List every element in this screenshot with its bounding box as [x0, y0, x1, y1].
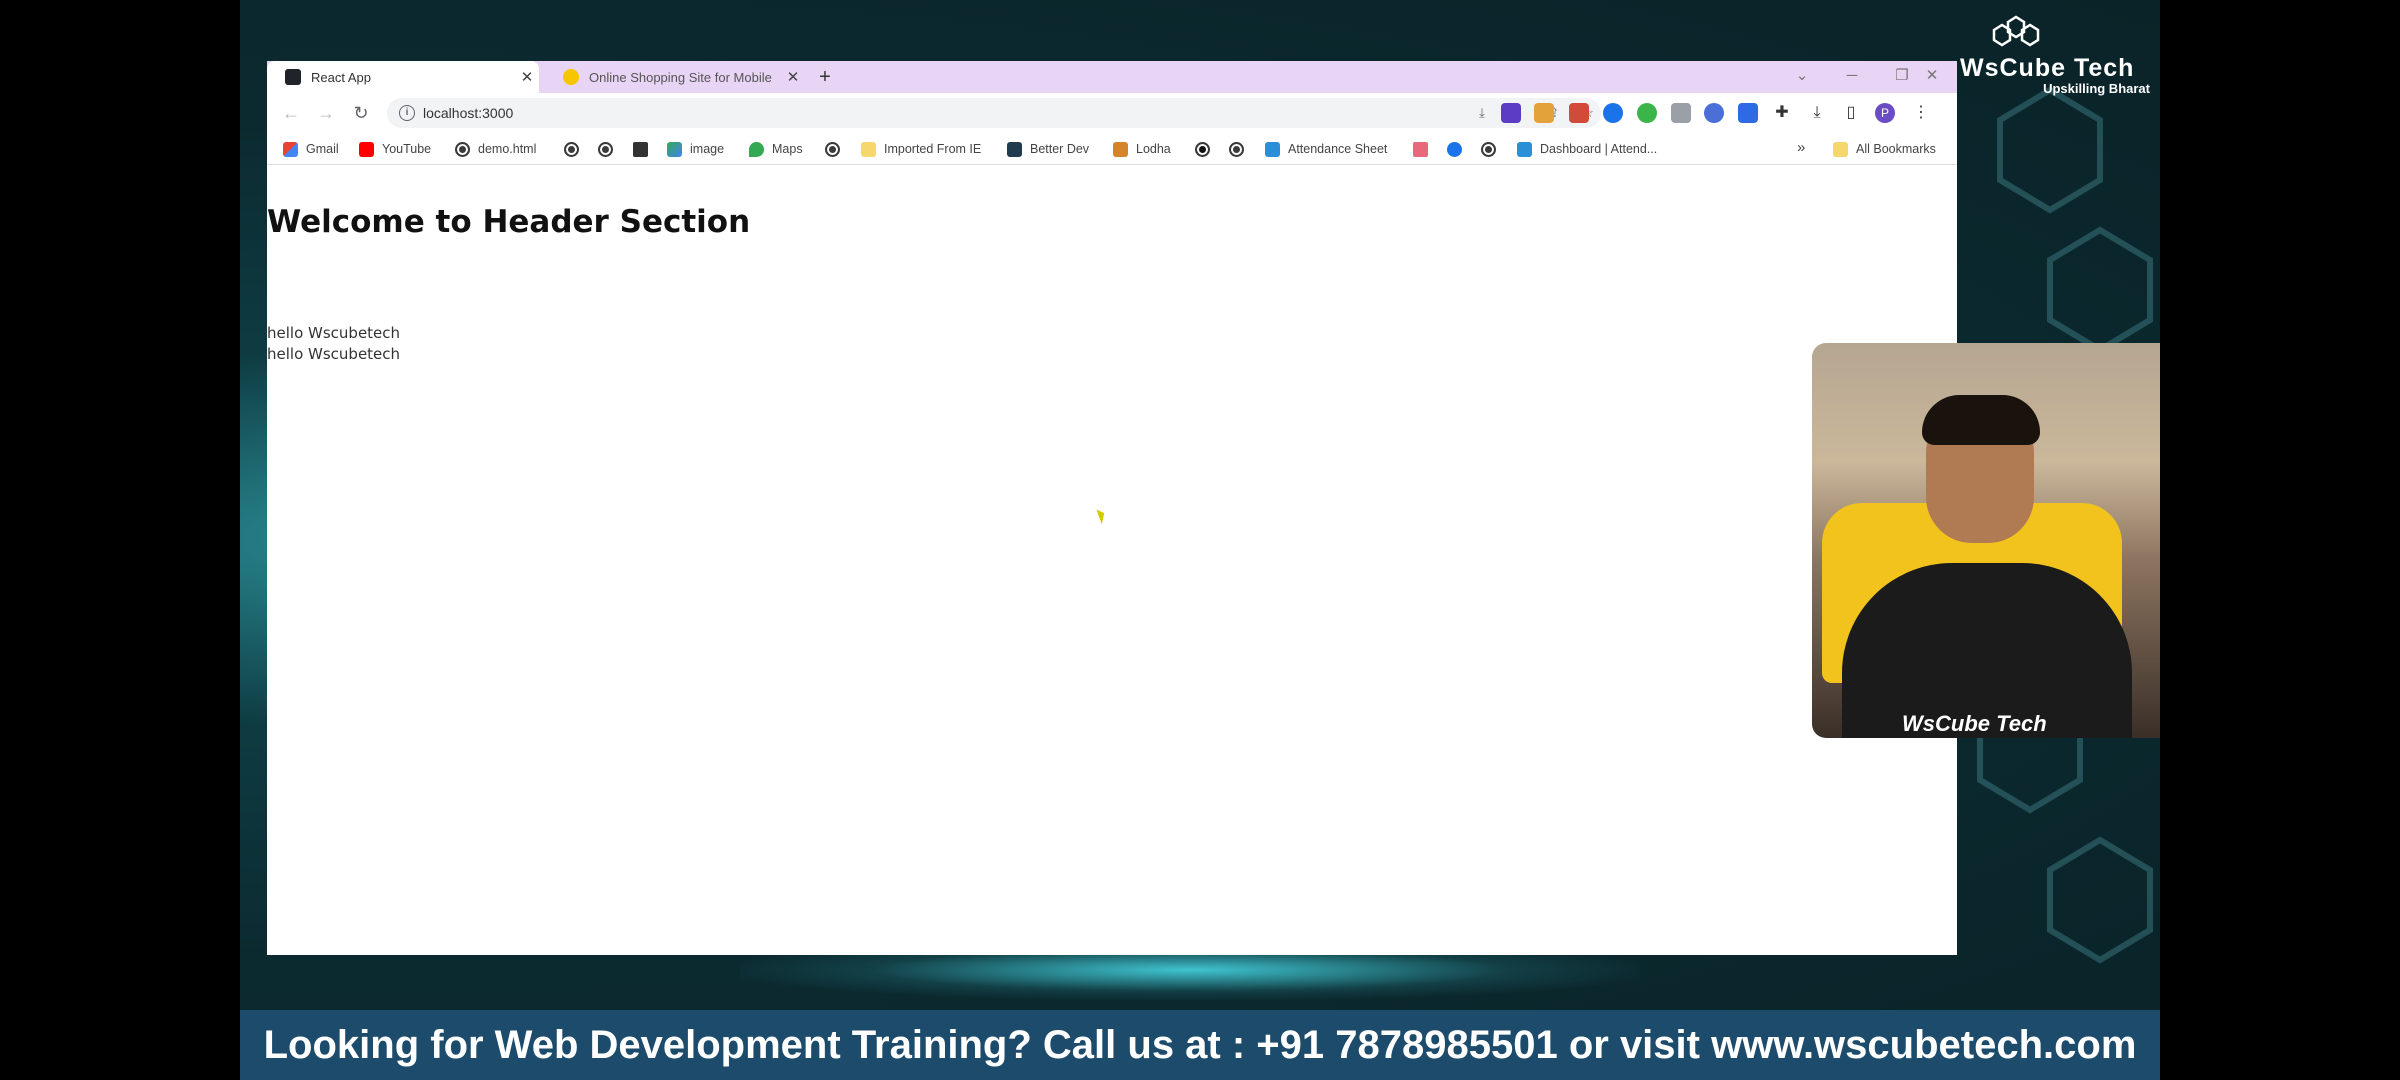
url-text[interactable]: localhost:3000 [423, 105, 513, 121]
aw-icon[interactable] [1195, 142, 1210, 157]
bookmark-label: Imported From IE [884, 142, 982, 156]
vr-icon [1517, 141, 1532, 157]
side-panel-icon[interactable]: ▯ [1841, 103, 1861, 123]
browser-window: React App ✕ Online Shopping Site for Mob… [267, 61, 1957, 955]
presenter-hair [1922, 395, 2040, 445]
bookmark-label: Maps [772, 142, 803, 156]
go-icon[interactable] [633, 142, 648, 157]
bookmark-label: YouTube [382, 142, 432, 156]
bookmark-label: All Bookmarks [1856, 142, 1936, 156]
tab-search-icon[interactable]: ⌄ [1777, 61, 1827, 93]
bookmark-image[interactable]: image [667, 140, 724, 158]
page-content: Welcome to Header Section hello Wscubete… [267, 166, 1957, 955]
browser-extension-icon[interactable] [1603, 103, 1623, 123]
mouse-cursor-icon [1096, 507, 1108, 525]
folder-icon [861, 141, 876, 157]
minimize-button[interactable]: ─ [1827, 61, 1877, 93]
globe-icon [455, 141, 470, 157]
tab-online-shopping[interactable]: Online Shopping Site for Mobile ✕ [545, 61, 805, 93]
bookmark-imported-from-ie[interactable]: Imported From IE [861, 140, 981, 158]
bookmark-better-dev[interactable]: Better Dev [1007, 140, 1089, 158]
betterdev-icon [1007, 141, 1022, 157]
youtube-icon [359, 141, 374, 157]
screen: WsCube Tech Upskilling Bharat React App … [0, 0, 2400, 1080]
extension-icon[interactable] [1501, 103, 1521, 123]
wscube-logo: WsCube Tech Upskilling Bharat [1960, 14, 2160, 96]
bookmark-gmail[interactable]: Gmail [283, 140, 339, 158]
shirt-logo: WsCube Tech [1902, 711, 2047, 736]
bookmark-attendance-sheet[interactable]: Attendance Sheet [1265, 140, 1387, 158]
image-icon [667, 141, 682, 157]
green-extension-icon[interactable] [1637, 103, 1657, 123]
logo-hex-icon [1992, 15, 2040, 47]
flipkart-icon [563, 69, 579, 85]
menu-icon[interactable]: ⋮ [1911, 103, 1931, 123]
tab-strip: React App ✕ Online Shopping Site for Mob… [267, 61, 1957, 93]
globe-icon[interactable] [564, 142, 579, 157]
c-extension-icon[interactable] [1671, 103, 1691, 123]
presenter-webcam: WsCube Tech [1812, 343, 2160, 738]
search-bookmark-icon[interactable] [1447, 142, 1462, 157]
tab-title: React App [311, 69, 371, 85]
tab-title: Online Shopping Site for Mobile [589, 69, 772, 85]
address-bar[interactable]: i localhost:3000 ⤓ ⌕ ⇪ ☆ [387, 98, 1601, 128]
puzzle-icon[interactable]: ✚ [1772, 103, 1792, 123]
maps-icon [749, 141, 764, 157]
reload-icon[interactable]: ↻ [347, 99, 375, 127]
bookmark-label: Attendance Sheet [1288, 142, 1388, 156]
profile-avatar[interactable]: P [1875, 103, 1895, 123]
bookmark-dashboard[interactable]: Dashboard | Attend... [1517, 140, 1657, 158]
bookmark-label: Lodha [1136, 142, 1171, 156]
globe-icon[interactable] [1481, 142, 1496, 157]
download-icon[interactable]: ⤓ [1807, 103, 1827, 123]
new-tab-button[interactable]: + [813, 65, 837, 89]
bookmark-demo-html[interactable]: demo.html [455, 140, 536, 158]
hello-text: hello Wscubetech [267, 345, 401, 363]
color-picker-icon[interactable] [1534, 103, 1554, 123]
bookmark-label: Gmail [306, 142, 339, 156]
close-window-button[interactable]: ✕ [1907, 61, 1957, 93]
bookmark-label: image [690, 142, 725, 156]
install-app-icon[interactable]: ⤓ [1472, 103, 1492, 123]
brand-tagline: Upskilling Bharat [2043, 81, 2150, 96]
promo-banner: Looking for Web Development Training? Ca… [240, 1010, 2160, 1080]
gmail-icon [283, 141, 298, 157]
pdf-extension-icon[interactable] [1569, 103, 1589, 123]
site-info-icon[interactable]: i [399, 105, 415, 121]
tab-react-app[interactable]: React App ✕ [267, 61, 539, 93]
globe-icon[interactable] [825, 142, 840, 157]
vr-icon [1265, 141, 1280, 157]
banner-text: Looking for Web Development Training? Ca… [263, 1022, 2137, 1067]
bookmark-label: demo.html [478, 142, 537, 156]
bookmarks-bar: Gmail YouTube demo.html image Maps Impor… [267, 133, 1957, 165]
react-icon [285, 69, 301, 85]
screen-extension-icon[interactable] [1738, 103, 1758, 123]
bookmark-label: Better Dev [1030, 142, 1090, 156]
folder-icon [1833, 141, 1848, 157]
back-icon[interactable]: ← [277, 99, 305, 127]
bookmarks-overflow-icon[interactable]: » [1797, 139, 1805, 156]
red-bookmark-icon[interactable] [1413, 142, 1428, 157]
bookmark-youtube[interactable]: YouTube [359, 140, 431, 158]
close-tab-icon[interactable]: ✕ [781, 68, 805, 86]
bookmark-label: Dashboard | Attend... [1540, 142, 1658, 156]
bookmark-lodha[interactable]: Lodha [1113, 140, 1171, 158]
browser-toolbar: ← → ↻ i localhost:3000 ⤓ ⌕ ⇪ ☆ ✚ ⤓ ▯ P ⋮ [267, 93, 1957, 133]
globe-icon[interactable] [1229, 142, 1244, 157]
lodha-icon [1113, 141, 1128, 157]
globe-icon[interactable] [598, 142, 613, 157]
page-heading: Welcome to Header Section [267, 204, 751, 240]
close-tab-icon[interactable]: ✕ [515, 68, 539, 86]
forward-icon[interactable]: → [312, 99, 340, 127]
hello-text: hello Wscubetech [267, 324, 401, 342]
brand-name: WsCube Tech [1960, 54, 2135, 82]
blue-extension-icon[interactable] [1704, 103, 1724, 123]
all-bookmarks[interactable]: All Bookmarks [1833, 140, 1936, 158]
bookmark-maps[interactable]: Maps [749, 140, 803, 158]
